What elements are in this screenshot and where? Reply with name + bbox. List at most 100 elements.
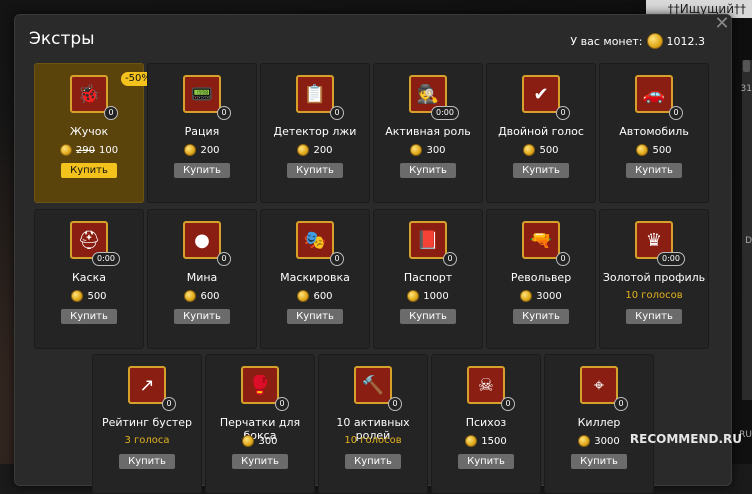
side-label-b: D (745, 236, 752, 246)
item-card[interactable]: 🕵 0:00 Активная роль 300 Купить (373, 63, 483, 203)
item-card[interactable]: 🔫 0 Револьвер 3000 Купить (486, 209, 596, 349)
bug-icon: 🐞 (70, 75, 108, 113)
item-price: 1000 (374, 290, 482, 302)
buy-button[interactable]: Купить (400, 163, 456, 178)
price-value: 600 (313, 290, 333, 302)
item-name: Двойной голос (498, 125, 584, 138)
buy-button[interactable]: Купить (232, 454, 288, 469)
item-name: Психоз (465, 416, 507, 429)
item-card[interactable]: 🐞 0 -50% Жучок 290 100 Купить (34, 63, 155, 203)
extras-dialog: Экстры ✕ У вас монет: 1012.3 🐞 0 -50% Жучок… (14, 14, 732, 494)
item-name: Жучок (69, 125, 109, 138)
item-count: 0 (217, 106, 231, 120)
buy-button[interactable]: Купить (174, 309, 230, 324)
item-price-votes: 10 голосов (625, 290, 683, 301)
buy-button[interactable]: Купить (626, 309, 682, 324)
coin-icon (520, 290, 533, 302)
item-name: Автомобиль (619, 125, 689, 138)
dialog-title: Экстры (29, 29, 95, 49)
price-value: 500 (87, 290, 107, 302)
car-icon: 🚗 (635, 75, 673, 113)
price-value: 600 (200, 290, 220, 302)
revolver-icon: 🔫 (522, 221, 560, 259)
item-count: 0:00 (431, 106, 459, 120)
item-price: 200 (261, 144, 369, 156)
close-icon[interactable]: ✕ (713, 15, 731, 33)
old-price: 290 (75, 144, 95, 156)
buy-button[interactable]: Купить (174, 163, 230, 178)
item-count: 0 (614, 397, 628, 411)
buy-button[interactable]: Купить (513, 163, 569, 178)
item-name: Детектор лжи (273, 125, 357, 138)
buy-button[interactable]: Купить (287, 309, 343, 324)
coin-icon (646, 33, 663, 49)
item-price-votes: 3 голоса (124, 435, 170, 446)
item-card[interactable]: ⛑ 0:00 Каска 500 Купить (34, 209, 144, 349)
buy-button[interactable]: Купить (345, 454, 401, 469)
gavel-icon: 🔨 (354, 366, 392, 404)
item-name: Паспорт (403, 271, 453, 284)
coin-icon (407, 290, 420, 302)
coins-balance: У вас монет: 1012.3 (570, 33, 705, 49)
item-count: 0 (443, 252, 457, 266)
buy-button[interactable]: Купить (119, 454, 175, 469)
item-count: 0 (330, 252, 344, 266)
item-count: 0 (275, 397, 289, 411)
item-card[interactable]: 🥊 0 Перчатки для бокса 300 Купить (205, 354, 315, 494)
side-label-a: 31 (740, 84, 752, 94)
price-value: 300 (258, 435, 278, 447)
item-card[interactable]: 📕 0 Паспорт 1000 Купить (373, 209, 483, 349)
buy-button[interactable]: Купить (626, 163, 682, 178)
item-card[interactable]: ♛ 0:00 Золотой профиль 10 голосов Купить (599, 209, 709, 349)
coin-icon (297, 144, 310, 156)
buy-button[interactable]: Купить (61, 309, 117, 324)
item-count: 0 (388, 397, 402, 411)
item-count: 0 (330, 106, 344, 120)
item-price: 500 (35, 290, 143, 302)
price-value: 200 (200, 144, 220, 156)
passport-icon: 📕 (409, 221, 447, 259)
arrow-icon: ↗ (128, 366, 166, 404)
item-card[interactable]: 📋 0 Детектор лжи 200 Купить (260, 63, 370, 203)
item-count: 0 (556, 252, 570, 266)
coin-icon (578, 435, 591, 447)
coins-value: 1012.3 (666, 34, 706, 48)
item-count: 0 (104, 106, 118, 120)
item-card[interactable]: ↗ 0 Рейтинг бустер 3 голоса Купить (92, 354, 202, 494)
price-value: 3000 (594, 435, 620, 447)
item-count: 0 (501, 397, 515, 411)
item-card[interactable]: 🎭 0 Маскировка 600 Купить (260, 209, 370, 349)
side-scrollbar[interactable] (743, 60, 750, 72)
buy-button[interactable]: Купить (571, 454, 627, 469)
item-card[interactable]: ● 0 Мина 600 Купить (147, 209, 257, 349)
buy-button[interactable]: Купить (287, 163, 343, 178)
buy-button[interactable]: Купить (400, 309, 456, 324)
item-name: Револьвер (510, 271, 572, 284)
mine-icon: ● (183, 221, 221, 259)
buy-button[interactable]: Купить (61, 163, 117, 178)
item-card[interactable]: 📟 0 Рация 200 Купить (147, 63, 257, 203)
item-card[interactable]: ☠ 0 Психоз 1500 Купить (431, 354, 541, 494)
side-panel (742, 60, 752, 400)
item-card[interactable]: 🚗 0 Автомобиль 500 Купить (599, 63, 709, 203)
buy-button[interactable]: Купить (458, 454, 514, 469)
buy-button[interactable]: Купить (513, 309, 569, 324)
item-name: Каска (72, 271, 106, 284)
target-icon: ⌖ (580, 366, 618, 404)
price-value: 1000 (423, 290, 449, 302)
item-card[interactable]: ⌖ 0 Киллер 3000 Купить (544, 354, 654, 494)
coins-label: У вас монет: (570, 34, 643, 48)
coin-icon (297, 290, 310, 302)
psycho-mask-icon: ☠ (467, 366, 505, 404)
coin-icon (242, 435, 255, 447)
item-name: Киллер (577, 416, 621, 429)
coin-icon (59, 144, 72, 156)
coin-icon (410, 144, 423, 156)
item-card[interactable]: 🔨 0 10 активных ролей 10 голосов Купить (318, 354, 428, 494)
item-price-votes: 10 голосов (344, 435, 402, 446)
item-card[interactable]: ✔ 0 Двойной голос 500 Купить (486, 63, 596, 203)
radio-icon: 📟 (183, 75, 221, 113)
item-count: 0:00 (92, 252, 120, 266)
item-count: 0 (217, 252, 231, 266)
mask-icon: 🎭 (296, 221, 334, 259)
